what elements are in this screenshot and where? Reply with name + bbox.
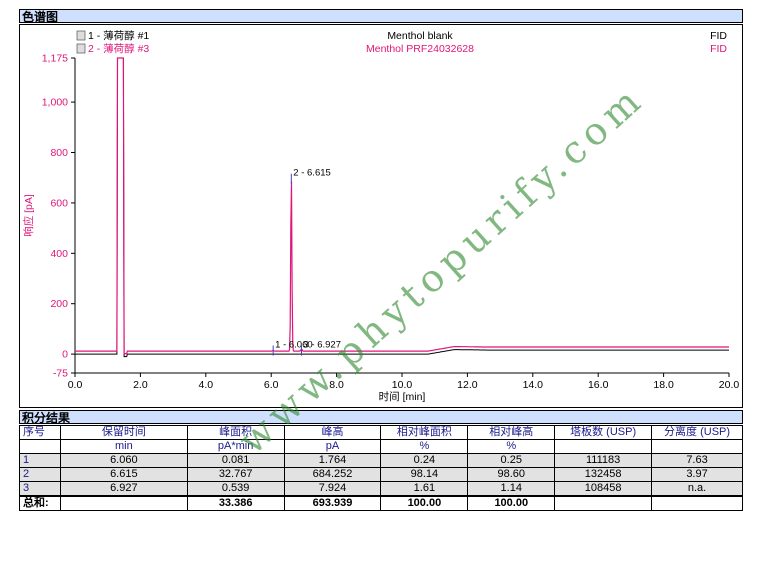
- unit-cell: %: [467, 439, 556, 454]
- unit-cell: pA: [283, 439, 382, 454]
- legend-detector-2: FID: [710, 43, 727, 55]
- header-cell: 序号: [19, 425, 61, 440]
- chromatogram-chart: -75 0 200 400 600 800 1,000 1,175 0.0 2.0 4.0 6.0 8.…: [19, 24, 743, 408]
- table-cell: 1.14: [467, 481, 556, 497]
- x-tick-label: 6.0: [264, 379, 279, 391]
- unit-cell: [19, 439, 61, 454]
- unit-cell: pA*min: [186, 439, 285, 454]
- table-header-row: 序号 保留时间 峰面积 峰高 相对峰面积 相对峰高 塔板数 (USP) 分离度 …: [19, 425, 743, 440]
- legend-icon-1: [76, 30, 86, 41]
- table-cell: 3.97: [651, 467, 743, 482]
- legend-series-2: 2 - 薄荷醇 #3: [88, 42, 149, 55]
- table-total-row: 总和: 33.386 693.939 100.00 100.00: [19, 495, 743, 511]
- table-cell: 98.14: [380, 467, 469, 482]
- x-tick-label: 16.0: [588, 379, 609, 391]
- series-line-1: [75, 57, 729, 358]
- legend-icon-2: [76, 43, 86, 54]
- table-cell: 0.539: [186, 481, 285, 497]
- peak-label: 3 - 6.927: [304, 340, 342, 351]
- x-tick-label: 10.0: [392, 379, 413, 391]
- legend-series-1: 1 - 薄荷醇 #1: [88, 29, 149, 42]
- table-cell: 6.060: [59, 453, 188, 468]
- header-cell: 峰面积: [186, 425, 285, 440]
- header-cell: 保留时间: [59, 425, 188, 440]
- x-tick-label: 8.0: [329, 379, 344, 391]
- unit-cell: min: [59, 439, 188, 454]
- legend-detector-1: FID: [710, 30, 727, 42]
- results-table: 序号 保留时间 峰面积 峰高 相对峰面积 相对峰高 塔板数 (USP) 分离度 …: [19, 425, 743, 511]
- legend-sample-2: Menthol PRF24032628: [366, 43, 474, 55]
- table-cell: 684.252: [283, 467, 382, 482]
- header-cell: 塔板数 (USP): [554, 425, 653, 440]
- table-row: 2 6.615 32.767 684.252 98.14 98.60 13245…: [19, 467, 743, 482]
- chromatogram-section-header: 色谱图: [19, 9, 743, 24]
- header-cell: 峰高: [283, 425, 382, 440]
- table-cell: 132458: [554, 467, 653, 482]
- y-tick-label: 200: [50, 298, 68, 310]
- table-row: 3 6.927 0.539 7.924 1.61 1.14 108458 n.a…: [19, 481, 743, 497]
- table-cell: 6.615: [59, 467, 188, 482]
- total-cell: 100.00: [467, 495, 556, 511]
- y-tick-label: 800: [50, 147, 68, 159]
- results-section-header: 积分结果: [19, 410, 743, 425]
- header-cell: 相对峰高: [467, 425, 556, 440]
- x-axis-label: 时间 [min]: [379, 390, 426, 403]
- table-cell: 98.60: [467, 467, 556, 482]
- chromatogram-svg: -75 0 200 400 600 800 1,000 1,175 0.0 2.0 4.0 6.0 8.…: [22, 29, 740, 403]
- table-cell: 3: [19, 481, 61, 497]
- header-cell: 分离度 (USP): [651, 425, 743, 440]
- table-row: 1 6.060 0.081 1.764 0.24 0.25 111183 7.6…: [19, 453, 743, 468]
- peak-label: 2 - 6.615: [293, 168, 331, 179]
- table-cell: 111183: [554, 453, 653, 468]
- y-tick-label: 0: [62, 349, 68, 361]
- header-cell: 相对峰面积: [380, 425, 469, 440]
- unit-cell: [651, 439, 743, 454]
- x-tick-label: 12.0: [457, 379, 478, 391]
- table-cell: 0.24: [380, 453, 469, 468]
- total-cell: [554, 495, 653, 511]
- x-tick-label: 0.0: [68, 379, 83, 391]
- x-tick-label: 4.0: [198, 379, 213, 391]
- table-cell: n.a.: [651, 481, 743, 497]
- table-cell: 6.927: [59, 481, 188, 497]
- x-tick-label: 14.0: [523, 379, 544, 391]
- total-cell: 33.386: [186, 495, 285, 511]
- total-cell: [651, 495, 743, 511]
- unit-cell: [554, 439, 653, 454]
- y-tick-label: 400: [50, 248, 68, 260]
- table-units-row: min pA*min pA % %: [19, 439, 743, 454]
- total-cell: 693.939: [283, 495, 382, 511]
- table-cell: 7.63: [651, 453, 743, 468]
- y-tick-label: 600: [50, 197, 68, 209]
- total-cell: [59, 495, 188, 511]
- y-axis-label: 响应 [pA]: [22, 194, 35, 237]
- unit-cell: %: [380, 439, 469, 454]
- table-cell: 7.924: [283, 481, 382, 497]
- x-tick-label: 20.0: [719, 379, 740, 391]
- total-cell: 总和:: [19, 495, 61, 511]
- table-cell: 32.767: [186, 467, 285, 482]
- y-tick-label: -75: [53, 368, 68, 380]
- table-cell: 1.61: [380, 481, 469, 497]
- table-cell: 0.081: [186, 453, 285, 468]
- table-cell: 1.764: [283, 453, 382, 468]
- legend-sample-1: Menthol blank: [387, 30, 453, 42]
- table-cell: 0.25: [467, 453, 556, 468]
- y-tick-label: 1,175: [42, 53, 68, 65]
- table-cell: 1: [19, 453, 61, 468]
- series-line-2: [75, 57, 729, 355]
- x-tick-label: 18.0: [653, 379, 674, 391]
- table-cell: 2: [19, 467, 61, 482]
- y-tick-label: 1,000: [42, 97, 68, 109]
- x-tick-label: 2.0: [133, 379, 148, 391]
- table-cell: 108458: [554, 481, 653, 497]
- total-cell: 100.00: [380, 495, 469, 511]
